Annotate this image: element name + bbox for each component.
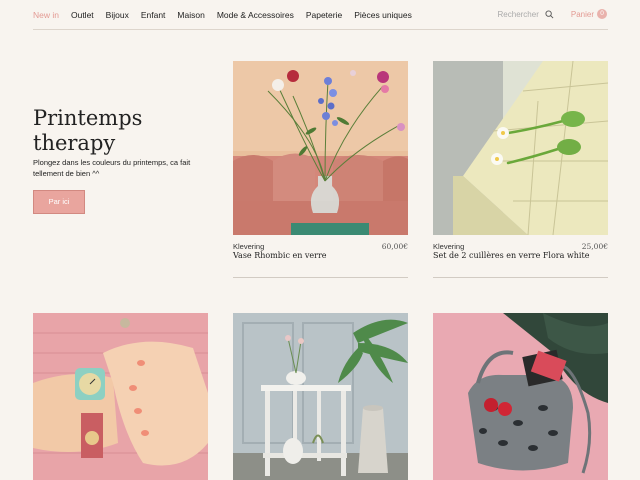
nav-link-new-in[interactable]: New in [33,10,59,20]
product-price: 60,00€ [381,242,408,251]
hero-cta-button[interactable]: Par ici [33,190,85,214]
product-brand: Klevering [433,242,465,251]
product-image-spoons[interactable] [433,61,608,235]
product-price: 25,00€ [581,242,608,251]
nav-divider [33,29,608,30]
search-input[interactable]: Rechercher [498,10,539,19]
nav-link-bijoux[interactable]: Bijoux [106,10,129,20]
top-navigation: New in Outlet Bijoux Enfant Maison Mode … [0,0,640,30]
hero-title-line1: Printemps [33,106,143,130]
nav-link-maison[interactable]: Maison [177,10,204,20]
product-name[interactable]: Set de 2 cuillères en verre Flora white [433,251,589,260]
nav-link-outlet[interactable]: Outlet [71,10,94,20]
product-divider [233,277,408,278]
product-divider [433,277,608,278]
nav-link-mode-accessoires[interactable]: Mode & Accessoires [217,10,294,20]
product-image-vase[interactable] [233,61,408,235]
cart-link[interactable]: Panier [571,10,594,19]
product-name[interactable]: Vase Rhombic en verre [233,251,327,260]
search-icon[interactable] [545,9,554,19]
nav-link-pieces-uniques[interactable]: Pièces uniques [354,10,412,20]
hero-subtitle: Plongez dans les couleurs du printemps, … [33,158,191,178]
product-brand: Klevering [233,242,265,251]
nav-actions: Rechercher Panier 0 [498,9,607,19]
hero-title: Printemps therapy [33,106,203,156]
product-image-watch[interactable] [33,313,208,480]
product-image-bag[interactable] [433,313,608,480]
nav-link-enfant[interactable]: Enfant [141,10,166,20]
cart-count-badge: 0 [597,9,607,19]
nav-link-papeterie[interactable]: Papeterie [306,10,342,20]
nav-links: New in Outlet Bijoux Enfant Maison Mode … [33,10,424,20]
product-card-spoons[interactable]: Klevering 25,00€ Set de 2 cuillères en v… [433,61,608,278]
product-image-side-table[interactable] [233,313,408,480]
product-card-vase[interactable]: Klevering 60,00€ Vase Rhombic en verre [233,61,408,278]
hero-title-line2: therapy [33,131,116,155]
